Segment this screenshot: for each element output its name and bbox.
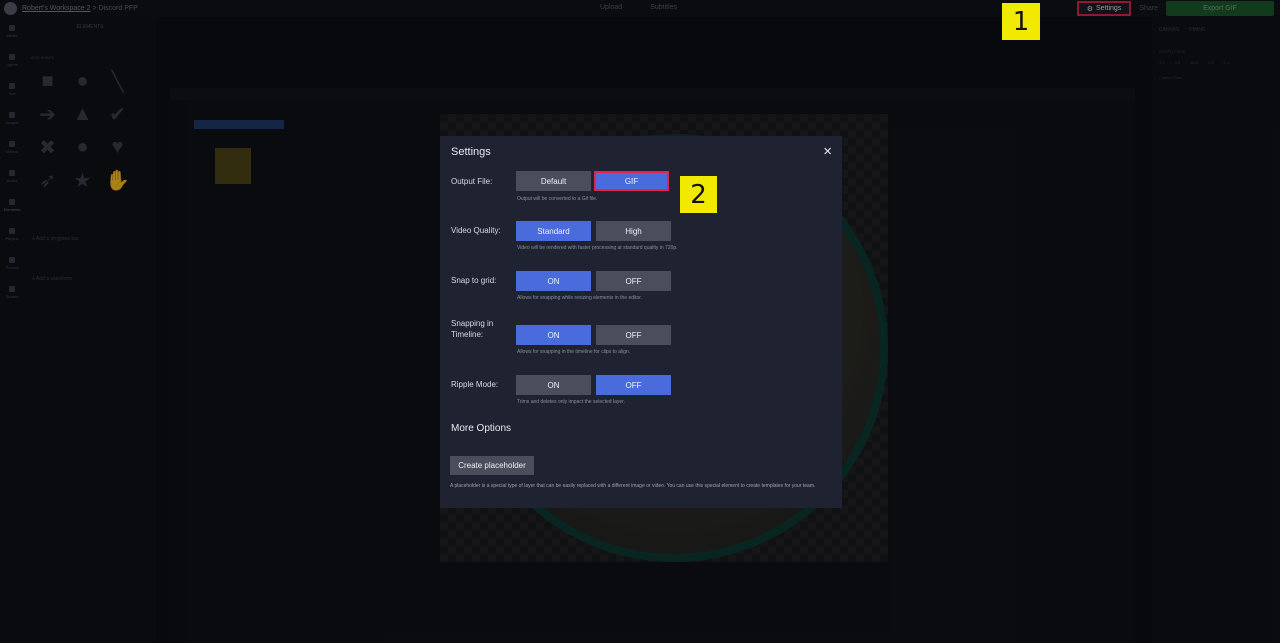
quality-high-button[interactable]: High [596,221,671,241]
output-default-button[interactable]: Default [516,171,591,191]
snap-grid-off-button[interactable]: OFF [596,271,671,291]
ripple-on-button[interactable]: ON [516,375,591,395]
more-options-heading: More Options [451,423,512,434]
snap-timeline-label: Snapping in Timeline: [451,319,494,339]
settings-modal: Settings × Output File: Default GIF Outp… [440,136,842,508]
callout-1: 1 [1002,3,1040,40]
ripple-mode-label: Ripple Mode: [451,380,499,389]
output-gif-button[interactable]: GIF [594,171,669,191]
ripple-mode-desc: Trims and deletes only impact the select… [517,399,625,405]
video-quality-label: Video Quality: [451,226,501,235]
snap-timeline-off-button[interactable]: OFF [596,325,671,345]
snap-timeline-desc: Allows for snapping in the timeline for … [517,349,631,355]
callout-2: 2 [680,176,717,213]
video-quality-desc: Video will be rendered with faster proce… [517,245,678,251]
create-placeholder-button[interactable]: Create placeholder [450,456,534,475]
quality-standard-button[interactable]: Standard [516,221,591,241]
output-file-label: Output File: [451,177,493,186]
output-file-desc: Output will be converted to a Gif file. [517,196,598,202]
modal-title: Settings [451,146,491,158]
snap-grid-desc: Allows for snapping while resizing eleme… [517,295,643,301]
snap-grid-on-button[interactable]: ON [516,271,591,291]
placeholder-desc: A placeholder is a special type of layer… [450,483,816,489]
snap-grid-label: Snap to grid: [451,276,497,285]
snap-timeline-on-button[interactable]: ON [516,325,591,345]
ripple-off-button[interactable]: OFF [596,375,671,395]
close-icon[interactable]: × [823,143,832,160]
